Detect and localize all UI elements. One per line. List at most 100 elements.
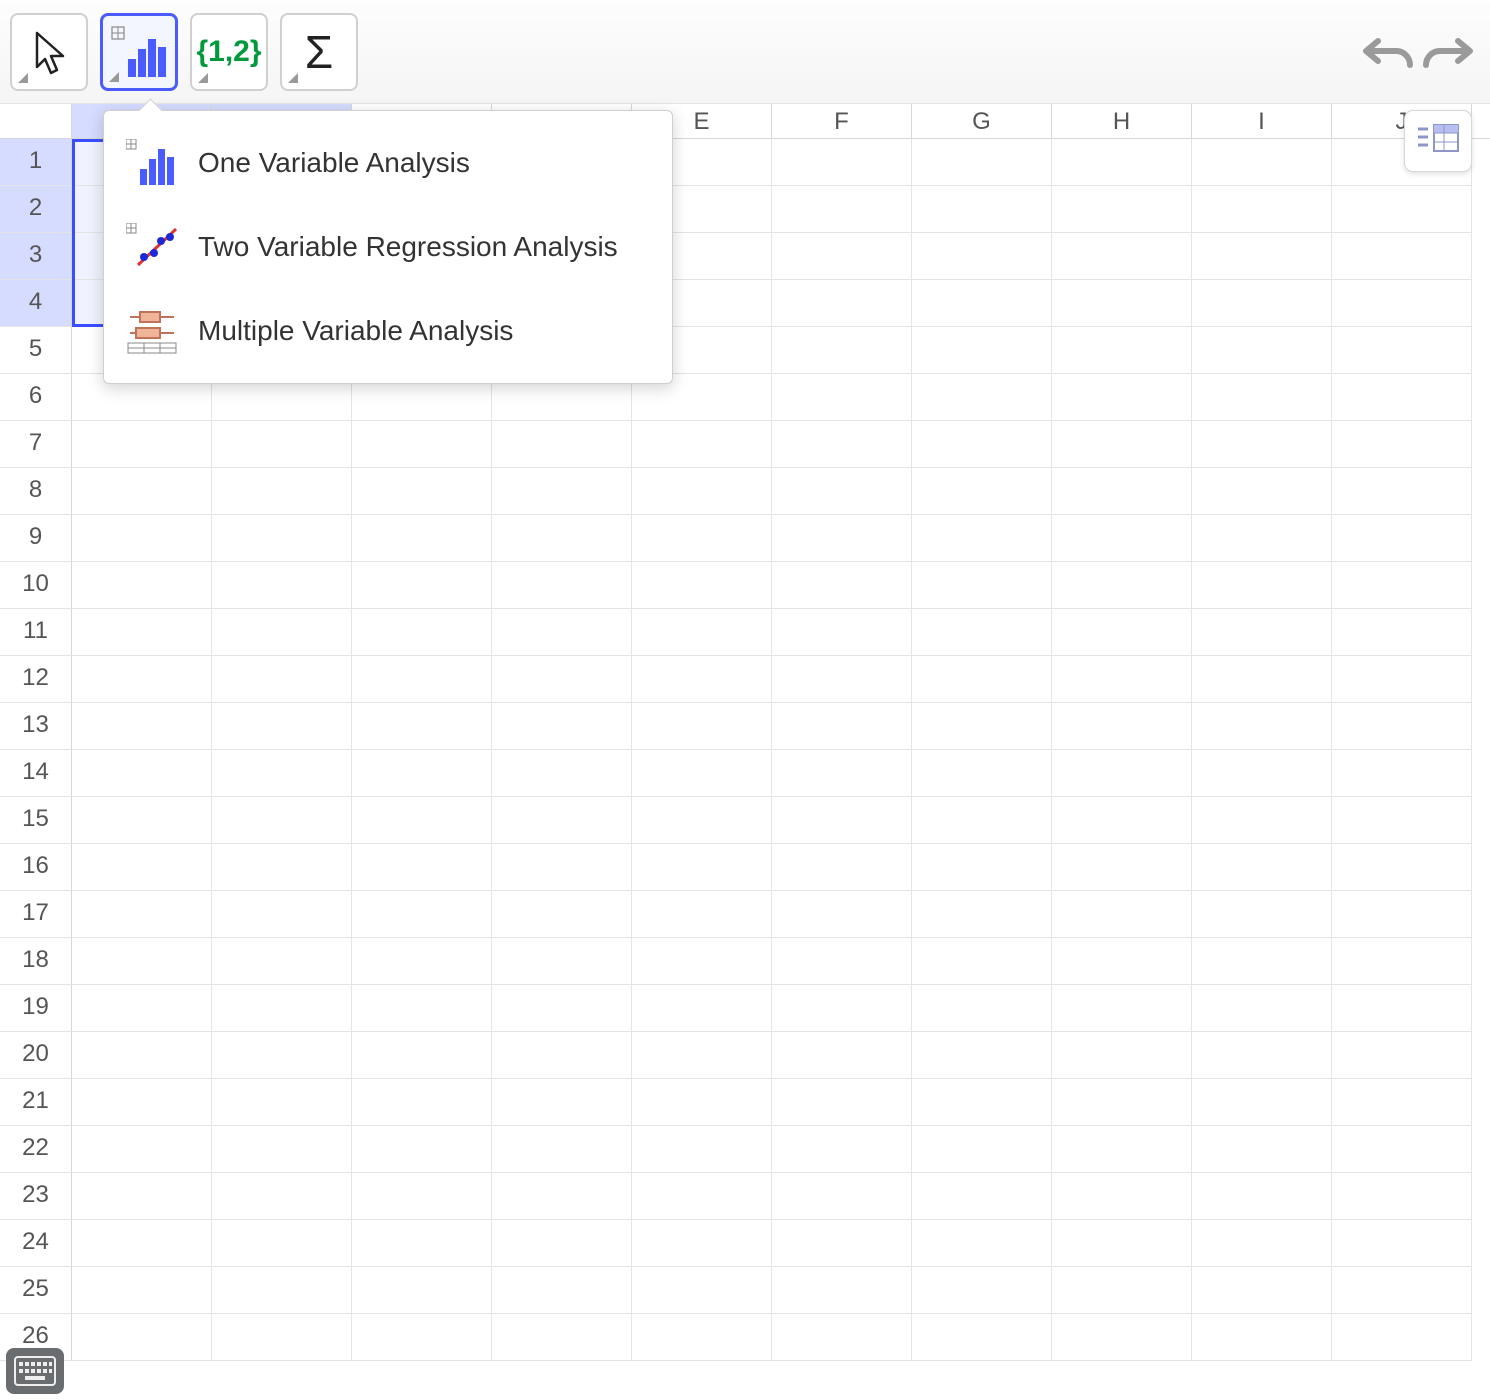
cell[interactable]	[632, 1079, 772, 1126]
cell[interactable]	[212, 891, 352, 938]
cell[interactable]	[212, 656, 352, 703]
pointer-tool-button[interactable]	[10, 13, 88, 91]
cell[interactable]	[72, 1032, 212, 1079]
col-header-g[interactable]: G	[912, 104, 1052, 138]
row-header[interactable]: 17	[0, 891, 72, 938]
cell[interactable]	[1192, 891, 1332, 938]
cell[interactable]	[1052, 1173, 1192, 1220]
cell[interactable]	[1332, 327, 1472, 374]
cell[interactable]	[352, 1173, 492, 1220]
cell[interactable]	[632, 750, 772, 797]
cell[interactable]	[212, 609, 352, 656]
cell[interactable]	[772, 1267, 912, 1314]
cell[interactable]	[352, 656, 492, 703]
cell[interactable]	[1192, 468, 1332, 515]
cell[interactable]	[1052, 421, 1192, 468]
cell[interactable]	[632, 609, 772, 656]
cell[interactable]	[632, 1267, 772, 1314]
cell[interactable]	[632, 656, 772, 703]
cell[interactable]	[492, 1032, 632, 1079]
cell[interactable]	[912, 233, 1052, 280]
cell[interactable]	[72, 421, 212, 468]
redo-button[interactable]	[1420, 29, 1480, 75]
cell[interactable]	[772, 233, 912, 280]
cell[interactable]	[1052, 139, 1192, 186]
cell[interactable]	[912, 1267, 1052, 1314]
cell[interactable]	[772, 609, 912, 656]
cell[interactable]	[772, 750, 912, 797]
cell[interactable]	[212, 1173, 352, 1220]
cell[interactable]	[212, 515, 352, 562]
cell[interactable]	[352, 797, 492, 844]
cell[interactable]	[912, 186, 1052, 233]
cell[interactable]	[912, 750, 1052, 797]
cell[interactable]	[1192, 280, 1332, 327]
row-header[interactable]: 21	[0, 1079, 72, 1126]
cell[interactable]	[772, 1220, 912, 1267]
cell[interactable]	[632, 844, 772, 891]
cell[interactable]	[1332, 1032, 1472, 1079]
cell[interactable]	[1192, 797, 1332, 844]
cell[interactable]	[772, 703, 912, 750]
cell[interactable]	[912, 844, 1052, 891]
cell[interactable]	[1192, 938, 1332, 985]
cell[interactable]	[1052, 797, 1192, 844]
cell[interactable]	[1332, 656, 1472, 703]
cell[interactable]	[72, 1126, 212, 1173]
cell[interactable]	[772, 797, 912, 844]
cell[interactable]	[212, 844, 352, 891]
cell[interactable]	[1192, 656, 1332, 703]
cell[interactable]	[1052, 703, 1192, 750]
cell[interactable]	[912, 1079, 1052, 1126]
cell[interactable]	[72, 750, 212, 797]
cell[interactable]	[1192, 985, 1332, 1032]
cell[interactable]	[1192, 844, 1332, 891]
cell[interactable]	[72, 656, 212, 703]
menu-item-multiple-variable[interactable]: Multiple Variable Analysis	[104, 289, 672, 373]
cell[interactable]	[72, 844, 212, 891]
cell[interactable]	[912, 139, 1052, 186]
cell[interactable]	[72, 703, 212, 750]
cell[interactable]	[772, 1079, 912, 1126]
cell[interactable]	[632, 1126, 772, 1173]
cell[interactable]	[1332, 609, 1472, 656]
cell[interactable]	[1192, 562, 1332, 609]
cell[interactable]	[772, 1314, 912, 1361]
menu-item-two-variable[interactable]: Two Variable Regression Analysis	[104, 205, 672, 289]
cell[interactable]	[1332, 1314, 1472, 1361]
cell[interactable]	[352, 1220, 492, 1267]
cell[interactable]	[492, 985, 632, 1032]
cell[interactable]	[632, 468, 772, 515]
cell[interactable]	[72, 985, 212, 1032]
cell[interactable]	[1052, 938, 1192, 985]
cell[interactable]	[1052, 750, 1192, 797]
cell[interactable]	[1192, 1314, 1332, 1361]
cell[interactable]	[1192, 703, 1332, 750]
cell[interactable]	[492, 656, 632, 703]
cell[interactable]	[352, 1079, 492, 1126]
cell[interactable]	[912, 468, 1052, 515]
cell[interactable]	[632, 1173, 772, 1220]
cell[interactable]	[772, 1173, 912, 1220]
cell[interactable]	[352, 1267, 492, 1314]
cell[interactable]	[352, 468, 492, 515]
cell[interactable]	[1332, 985, 1472, 1032]
cell[interactable]	[912, 656, 1052, 703]
cell[interactable]	[352, 609, 492, 656]
row-header[interactable]: 1	[0, 139, 72, 186]
cell[interactable]	[1192, 139, 1332, 186]
cell[interactable]	[1052, 186, 1192, 233]
cell[interactable]	[72, 1173, 212, 1220]
cell[interactable]	[1332, 844, 1472, 891]
cell[interactable]	[352, 844, 492, 891]
cell[interactable]	[212, 1079, 352, 1126]
row-header[interactable]: 16	[0, 844, 72, 891]
row-header[interactable]: 18	[0, 938, 72, 985]
cell[interactable]	[912, 938, 1052, 985]
cell[interactable]	[492, 797, 632, 844]
cell[interactable]	[632, 421, 772, 468]
row-header[interactable]: 13	[0, 703, 72, 750]
cell[interactable]	[912, 1032, 1052, 1079]
row-header[interactable]: 2	[0, 186, 72, 233]
row-header[interactable]: 25	[0, 1267, 72, 1314]
